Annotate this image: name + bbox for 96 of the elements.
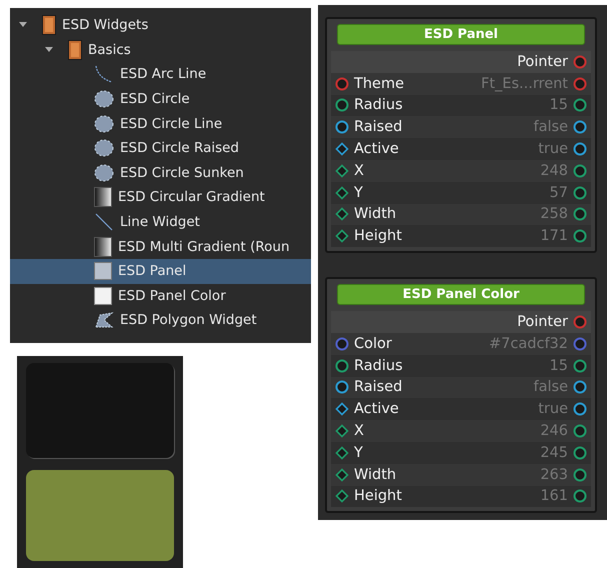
port-circle-icon[interactable] [573, 402, 587, 416]
expand-arrow-icon[interactable] [18, 21, 28, 30]
gradient-icon [94, 236, 112, 257]
square-icon [94, 286, 112, 305]
port-value: 57 [550, 184, 568, 201]
expand-arrow-icon[interactable] [44, 46, 54, 54]
port-diamond-icon[interactable] [335, 446, 349, 460]
gradient-icon [94, 187, 112, 208]
port-diamond-icon[interactable] [335, 402, 349, 416]
port-diamond-icon[interactable] [335, 468, 349, 482]
port-label: Height [354, 488, 402, 504]
tree-item[interactable]: ESD Circle [10, 86, 311, 112]
circle-icon [94, 114, 114, 133]
port-circle-icon[interactable] [335, 358, 349, 373]
tree-item[interactable]: Line Widget [10, 210, 311, 234]
port-label: Raised [354, 119, 402, 136]
port-label: Pointer [517, 54, 568, 70]
port-circle-icon[interactable] [335, 98, 349, 112]
tree-item[interactable]: ESD Circle Line [10, 111, 311, 136]
port-circle-icon[interactable] [573, 76, 587, 91]
port-diamond-icon[interactable] [335, 207, 349, 222]
port-value: 248 [540, 162, 568, 179]
port-label: Radius [354, 358, 403, 374]
port-circle-icon[interactable] [573, 380, 587, 394]
port-label: Y [354, 444, 363, 461]
port-value: 258 [540, 206, 568, 222]
port-label: Height [354, 228, 402, 244]
port-circle-icon[interactable] [573, 336, 587, 351]
port-label: Theme [354, 76, 404, 92]
port-diamond-icon[interactable] [335, 142, 349, 156]
circle-icon [94, 90, 114, 108]
port-diamond-icon[interactable] [335, 229, 349, 244]
port-circle-icon[interactable] [573, 446, 587, 460]
tree-item[interactable]: ESD Arc Line [10, 62, 311, 87]
port-label: X [354, 423, 364, 440]
port-value: 263 [540, 466, 568, 483]
port-circle-icon[interactable] [335, 120, 349, 134]
port-label: Radius [354, 97, 403, 114]
polygon-icon [94, 311, 114, 330]
port-circle-icon[interactable] [573, 98, 587, 112]
book-icon [68, 40, 82, 60]
port-diamond-icon[interactable] [335, 186, 349, 200]
port-value: true [538, 141, 568, 158]
port-value: true [538, 401, 568, 418]
port-label: Active [354, 141, 399, 158]
port-circle-icon[interactable] [573, 142, 587, 156]
port-circle-icon[interactable] [573, 468, 587, 482]
circle-icon [94, 139, 114, 158]
port-label: Pointer [517, 314, 568, 330]
port-diamond-icon[interactable] [335, 489, 349, 504]
tree-item[interactable]: ESD Panel [10, 258, 311, 284]
port-circle-icon[interactable] [573, 186, 587, 200]
port-circle-icon[interactable] [573, 229, 587, 244]
port-value: 15 [550, 97, 568, 114]
port-label: X [354, 162, 364, 179]
port-label: Raised [354, 379, 402, 396]
port-value: 171 [540, 228, 568, 244]
port-label: Width [354, 466, 396, 483]
tree-item[interactable]: ESD Circle Raised [10, 136, 311, 161]
book-icon [42, 15, 56, 36]
port-circle-icon[interactable] [335, 380, 349, 394]
port-value: 161 [540, 488, 568, 504]
line-icon [94, 212, 114, 232]
port-label: Color [354, 336, 392, 352]
port-circle-icon[interactable] [573, 424, 587, 438]
tree-item[interactable]: ESD Polygon Widget [10, 308, 311, 333]
port-value: Ft_Es...rrent [481, 76, 568, 92]
port-diamond-icon[interactable] [335, 424, 349, 438]
port-value: #7cadcf32 [489, 336, 568, 352]
port-label: Y [354, 184, 363, 201]
tree-item[interactable]: Basics [10, 38, 311, 62]
tree-item[interactable]: ESD Panel Color [10, 284, 311, 308]
port-value: false [534, 379, 568, 396]
tree-item[interactable]: ESD Widgets [10, 13, 311, 38]
tree-item[interactable]: ESD Circle Sunken [10, 160, 311, 186]
port-diamond-icon[interactable] [335, 164, 349, 178]
port-circle-icon[interactable] [573, 164, 587, 178]
square-icon [94, 262, 112, 280]
port-circle-icon[interactable] [335, 76, 349, 91]
tree-item[interactable]: ESD Circular Gradient [10, 185, 311, 210]
port-circle-icon[interactable] [573, 207, 587, 222]
port-label: Active [354, 401, 399, 418]
circle-icon [94, 164, 114, 182]
port-circle-icon[interactable] [573, 358, 587, 373]
port-circle-icon[interactable] [573, 315, 587, 330]
port-value: false [534, 119, 568, 136]
port-value: 245 [540, 444, 568, 461]
arc-line-icon [94, 64, 114, 84]
tree-item[interactable]: ESD Multi Gradient (Roun [10, 234, 311, 259]
port-label: Width [354, 206, 396, 222]
port-value: 15 [550, 358, 568, 374]
port-value: 246 [540, 423, 568, 440]
port-circle-icon[interactable] [573, 489, 587, 504]
port-circle-icon[interactable] [573, 120, 587, 134]
port-circle-icon[interactable] [573, 54, 587, 69]
port-circle-icon[interactable] [335, 336, 349, 351]
